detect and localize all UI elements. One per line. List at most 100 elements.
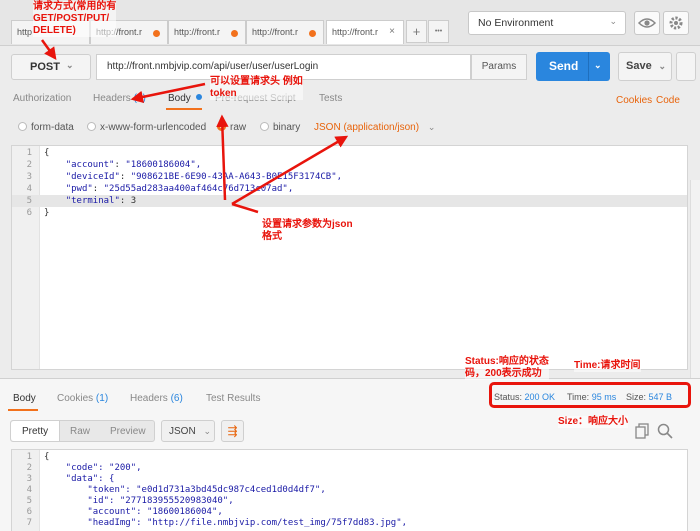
response-tab-headers[interactable]: Headers (6) [130, 393, 183, 404]
line-number: 2 [26, 160, 32, 170]
line-number: 6 [26, 208, 32, 218]
wrap-icon: ⇶ [227, 424, 238, 438]
copy-icon[interactable] [634, 422, 652, 440]
more-tabs-button[interactable]: ••• [428, 20, 449, 43]
tab-label: http://front.r [174, 27, 221, 37]
params-button[interactable]: Params [471, 54, 527, 80]
more-icon: ••• [434, 28, 443, 35]
radio-form-data[interactable]: form-data [18, 122, 74, 133]
tab-label: Authorization [13, 93, 72, 104]
request-tab-5[interactable]: http://front.r × [326, 20, 404, 44]
radio-label: x-www-form-urlencoded [100, 122, 207, 133]
radio-label: form-data [31, 122, 74, 133]
active-tab-underline [8, 409, 38, 411]
active-dot-icon [195, 94, 202, 100]
cookies-link[interactable]: Cookies [616, 95, 652, 106]
code-line: "pwd": "25d55ad283aa400af464c76d713c07ad… [65, 184, 294, 194]
request-tab-4[interactable]: http://front.r [246, 20, 324, 44]
method-select[interactable]: POST ⌄ [11, 54, 91, 80]
line-number: 7 [26, 518, 32, 528]
close-icon[interactable]: × [389, 26, 395, 37]
response-tab-test-results[interactable]: Test Results [206, 393, 260, 404]
view-preview-button[interactable]: Preview [110, 426, 146, 437]
line-number: 1 [26, 148, 32, 158]
save-options-button[interactable] [676, 52, 696, 81]
line-number: 1 [26, 452, 32, 462]
view-mode-toggle: Pretty Raw Preview [10, 420, 155, 442]
code-line: { [44, 148, 50, 158]
chevron-down-icon[interactable]: ⌄ [594, 60, 602, 71]
tab-authorization[interactable]: Authorization [13, 93, 71, 104]
environment-select[interactable]: No Environment ⌄ [468, 11, 626, 35]
json-value: "18600186004", [125, 160, 202, 170]
quick-look-button[interactable] [634, 11, 660, 35]
tab-label: Headers [130, 393, 168, 404]
json-key: "deviceId" [65, 172, 120, 182]
side-panel-edge [690, 180, 700, 410]
chevron-down-icon[interactable]: ⌄ [658, 61, 666, 72]
raw-format-value: JSON (application/json) [314, 122, 420, 133]
tab-body[interactable]: Body [168, 93, 202, 104]
view-raw-button[interactable]: Raw [70, 426, 90, 437]
status-annotation: Status:响应的状态 码，200表示成功 [465, 356, 549, 380]
tab-label: Tests [319, 93, 343, 104]
annotation-line: 可以设置请求头 例如 [210, 76, 303, 87]
plus-icon: + [412, 24, 421, 39]
environment-value: No Environment [478, 17, 554, 29]
line-number: 4 [26, 485, 32, 495]
tab-label: Test Results [206, 393, 261, 404]
manage-environments-button[interactable] [663, 11, 689, 35]
line-number: 5 [26, 496, 32, 506]
annotation-line: DELETE) [33, 25, 76, 36]
chevron-down-icon: ⌄ [427, 122, 436, 132]
json-key: "account" [65, 160, 115, 170]
code-line: { [44, 452, 50, 462]
tab-label: Headers [93, 93, 131, 104]
wrap-lines-button[interactable]: ⇶ [221, 420, 244, 442]
response-format-select[interactable]: JSON ⌄ [161, 420, 215, 442]
tab-label: http [17, 27, 33, 37]
chevron-down-icon: ⌄ [203, 426, 211, 436]
gear-icon [669, 16, 683, 30]
request-body-editor[interactable]: 1 { 2 "account": "18600186004", 3 "devic… [11, 145, 688, 370]
line-number: 6 [26, 507, 32, 517]
format-value: JSON [169, 426, 196, 437]
raw-format-select[interactable]: JSON (application/json) ⌄ [314, 122, 435, 133]
json-key: "terminal" [65, 196, 120, 206]
url-value: http://front.nmbjvip.com/api/user/user/u… [107, 61, 319, 72]
save-button[interactable]: Save ⌄ [618, 52, 672, 81]
cookies-count: (1) [95, 393, 109, 404]
search-icon[interactable] [656, 422, 674, 440]
method-annotation: 请求方式(常用的有 GET/POST/PUT/ DELETE) [33, 1, 117, 37]
annotation-line: Status:响应的状态 [465, 356, 549, 367]
code-line: } [44, 208, 50, 218]
line-number: 2 [26, 463, 32, 473]
radio-label: raw [230, 122, 247, 133]
status-highlight-box [489, 382, 691, 408]
response-tab-cookies[interactable]: Cookies (1) [57, 393, 108, 404]
response-tab-body[interactable]: Body [13, 393, 36, 404]
code-line: "account": "18600186004", [44, 507, 223, 517]
code-link[interactable]: Code [656, 95, 680, 106]
tab-headers[interactable]: Headers (1) [93, 93, 146, 104]
radio-x-www-form-urlencoded[interactable]: x-www-form-urlencoded [87, 122, 206, 133]
line-number: 4 [26, 184, 32, 194]
line-number: 5 [26, 196, 32, 206]
send-button[interactable]: Send ⌄ [536, 52, 610, 81]
tab-label: Body [13, 393, 36, 404]
json-annotation: 设置请求参数为json 格式 [262, 219, 353, 243]
request-tab-3[interactable]: http://front.r [168, 20, 246, 44]
send-label: Send [549, 59, 579, 73]
radio-binary[interactable]: binary [260, 122, 300, 133]
code-line: "id": "277183955520983040", [44, 496, 234, 506]
tab-label: Cookies [57, 393, 94, 404]
annotation-line: GET/POST/PUT/ [33, 13, 110, 24]
time-annotation: Time:请求时间 [574, 360, 641, 372]
add-tab-button[interactable]: + [406, 20, 427, 43]
radio-raw[interactable]: raw [217, 122, 246, 133]
tab-tests[interactable]: Tests [319, 93, 342, 104]
view-pretty-button[interactable]: Pretty [22, 426, 48, 437]
json-value: "25d55ad283aa400af464c76d713c07ad", [103, 184, 294, 194]
unsaved-dot-icon [153, 30, 160, 37]
annotation-line: token [210, 88, 237, 99]
